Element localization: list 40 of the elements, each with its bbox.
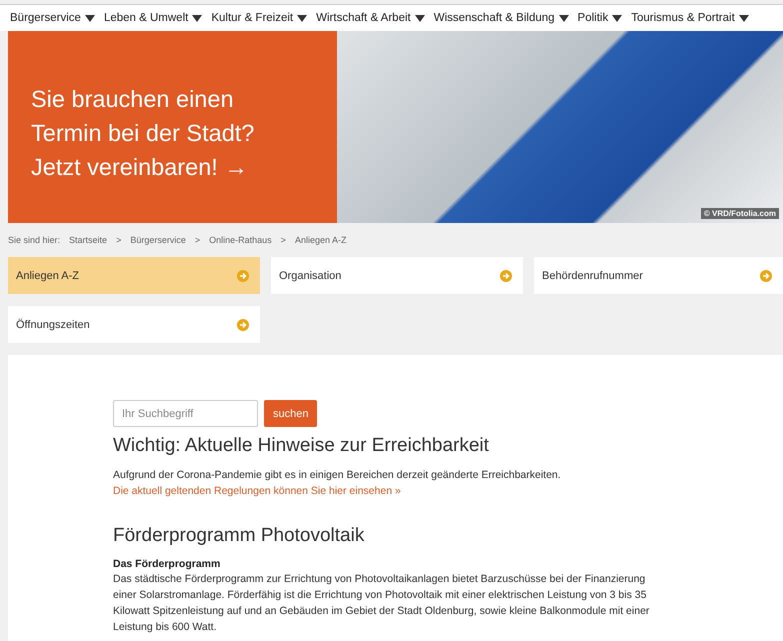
caret-icon: [738, 14, 749, 22]
nav-menu-item[interactable]: Kultur & Freizeit: [211, 12, 308, 24]
navigation-tile[interactable]: Organisation: [271, 257, 523, 294]
navigation-tile[interactable]: Behördenrufnummer: [534, 257, 783, 294]
navigation-tile[interactable]: Anliegen A-Z: [8, 257, 260, 294]
nav-menu-item[interactable]: Tourismus & Portrait: [631, 12, 749, 24]
caret-icon: [297, 14, 308, 22]
nav-menu-item[interactable]: Wissenschaft & Bildung: [434, 12, 569, 24]
caret-icon: [558, 14, 569, 22]
nav-menu-item[interactable]: Leben & Umwelt: [104, 12, 202, 24]
photo-credit: © VRD/Fotolia.com: [700, 208, 779, 219]
caret-icon: [414, 14, 425, 22]
notice-heading: Wichtig: Aktuelle Hinweise zur Erreichbarkeit: [113, 435, 490, 457]
navigation-tile[interactable]: Öffnungszeiten: [8, 306, 260, 343]
nav-menu-item[interactable]: Bürgerservice: [10, 12, 95, 24]
arrow-circle-icon: [237, 318, 249, 330]
search-field[interactable]: Ihr Suchbegriff: [113, 400, 258, 427]
breadcrumb-label: Sie sind hier:: [8, 235, 60, 247]
arrow-circle-icon: [500, 270, 512, 282]
arrow-circle-icon: [237, 270, 249, 282]
appointment-teaser[interactable]: Sie brauchen einen Termin bei der Stadt? Jetzt vereinbaren! →: [8, 31, 337, 223]
caret-icon: [192, 14, 202, 22]
breadcrumb-link[interactable]: Bürgerservice: [130, 235, 186, 257]
breadcrumb-link[interactable]: Startseite: [69, 235, 108, 257]
caret-icon: [84, 14, 95, 22]
rules-link[interactable]: Die aktuell geltenden Regelungen können Sie hier einsehen »: [113, 485, 401, 497]
breadcrumb-link[interactable]: Anliegen A-Z: [294, 235, 346, 257]
breadcrumb-link[interactable]: Online-Rathaus: [209, 235, 272, 257]
article-heading: Förderprogramm Photovoltaik: [113, 525, 366, 547]
article-paragraph: Das städtische Förderprogramm zur Errichtung von Photovoltaikanlagen bietet Barzuschüsse bei der Finanzierung einer Solarstromanlage. Förderfähig ist die Errichtung von Photovoltaik mit einer elektrischen Leistung von 3 bis 35 Kilowatt Spitzenleistung auf und an Gebäuden im Gebiet der Stadt Oldenburg, sowie kleine Balkonmodule mit einer Leistung bis 600 Watt.: [113, 572, 650, 635]
breadcrumb-separator: >: [194, 235, 200, 247]
search-button[interactable]: suchen: [264, 400, 318, 427]
nav-menu-item[interactable]: Politik: [578, 12, 622, 24]
nav-menu-item[interactable]: Wirtschaft & Arbeit: [316, 12, 425, 24]
breadcrumb-separator: >: [280, 235, 286, 247]
breadcrumb-separator: >: [116, 235, 122, 247]
arrow-circle-icon: [760, 270, 772, 282]
notice-paragraph: Aufgrund der Corona-Pandemie gibt es in einigen Bereichen derzeit geänderte Erreichbarkeiten. Die aktuell geltenden Regelungen können Sie hier einsehen »: [113, 468, 562, 499]
caret-icon: [612, 14, 622, 22]
article-subheading: Das Förderprogramm: [113, 557, 222, 571]
